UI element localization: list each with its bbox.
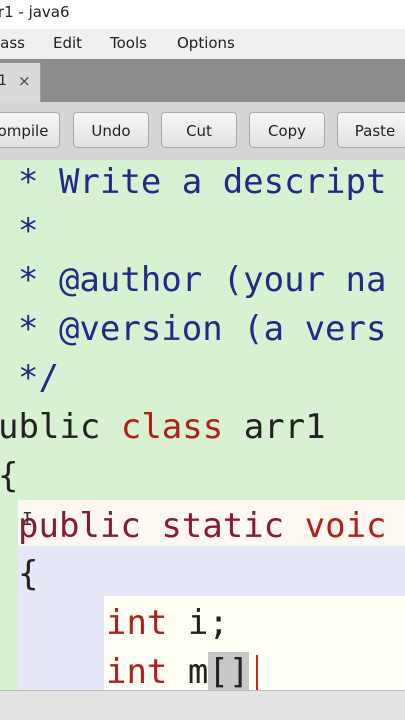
code-line-3: * @author (your na	[18, 260, 387, 300]
menu-bar: lass Edit Tools Options	[0, 29, 405, 59]
text-caret	[256, 655, 258, 690]
ibeam-cursor-icon: I	[22, 509, 33, 530]
keyword-int-2: int	[106, 652, 168, 690]
title-bar: rr1 - java6	[0, 0, 405, 29]
keyword-public-method: public	[18, 506, 141, 546]
menu-options[interactable]: Options	[177, 34, 235, 52]
keyword-static: static	[161, 506, 285, 546]
code-line-7: {	[0, 456, 19, 496]
code-line-6: ublic class arr1	[0, 407, 326, 447]
code-line-4: * @version (a vers	[18, 309, 387, 349]
code-line-1: * Write a descript	[18, 162, 387, 202]
code-editor[interactable]: * Write a descript * * @author (your na …	[0, 160, 405, 690]
bracket-highlight: []	[208, 652, 250, 690]
tab-arr1[interactable]: 1 ×	[0, 63, 41, 102]
code-line-11: int m[]	[106, 652, 250, 690]
keyword-public: ublic	[0, 407, 101, 447]
keyword-class: class	[120, 407, 224, 447]
cut-button[interactable]: Cut	[161, 112, 237, 148]
toolbar: ompile Undo Cut Copy Paste	[0, 102, 405, 160]
menu-class[interactable]: lass	[0, 34, 25, 52]
close-icon[interactable]: ×	[18, 72, 31, 90]
code-line-9: {	[18, 554, 39, 594]
variable-decl-i: i;	[187, 603, 229, 643]
code-line-5: */	[18, 358, 59, 398]
class-name: arr1	[243, 407, 326, 447]
variable-decl-m: m	[187, 652, 209, 690]
keyword-void: voic	[304, 506, 387, 546]
tab-bar: 1 ×	[0, 59, 405, 102]
paste-button[interactable]: Paste	[337, 112, 405, 148]
status-bar	[0, 690, 405, 720]
window-title: rr1 - java6	[0, 3, 70, 21]
undo-button[interactable]: Undo	[73, 112, 149, 148]
menu-tools[interactable]: Tools	[110, 34, 147, 52]
keyword-int: int	[106, 603, 168, 643]
code-line-8: public static voic	[18, 506, 387, 546]
tab-label: 1	[0, 73, 7, 89]
copy-button[interactable]: Copy	[249, 112, 325, 148]
menu-edit[interactable]: Edit	[53, 34, 82, 52]
code-line-10: int i;	[106, 603, 229, 643]
compile-button[interactable]: ompile	[0, 112, 60, 148]
code-line-2: *	[18, 211, 39, 251]
